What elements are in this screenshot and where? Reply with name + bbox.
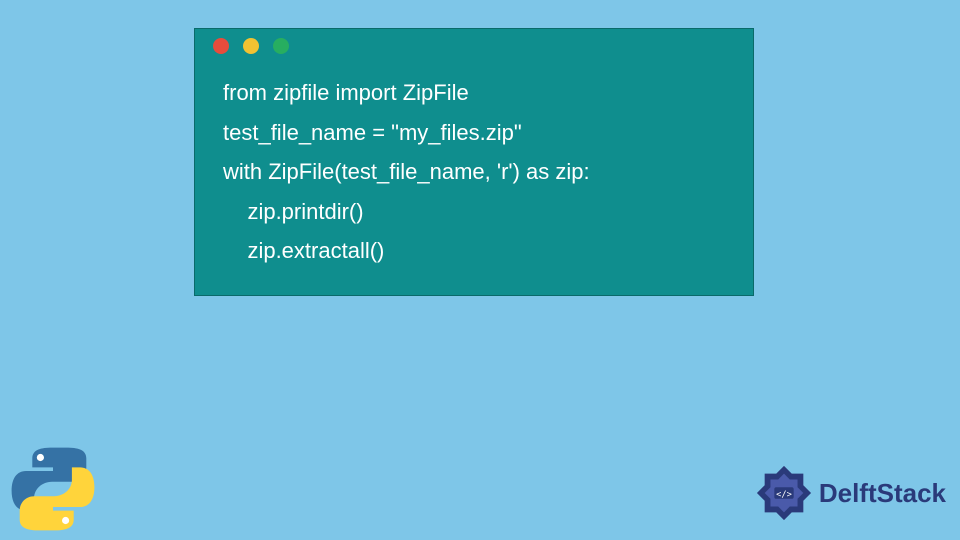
close-icon[interactable]	[213, 38, 229, 54]
delftstack-logo: </> DelftStack	[755, 464, 946, 522]
window-titlebar	[195, 29, 753, 63]
code-line: from zipfile import ZipFile	[223, 73, 725, 113]
maximize-icon[interactable]	[273, 38, 289, 54]
code-body: from zipfile import ZipFile test_file_na…	[195, 63, 753, 295]
code-line: zip.printdir()	[223, 192, 725, 232]
code-line: zip.extractall()	[223, 231, 725, 271]
delftstack-badge-icon: </>	[755, 464, 813, 522]
minimize-icon[interactable]	[243, 38, 259, 54]
svg-text:</>: </>	[776, 490, 792, 500]
code-line: with ZipFile(test_file_name, 'r') as zip…	[223, 152, 725, 192]
delftstack-name: DelftStack	[819, 478, 946, 509]
code-line: test_file_name = "my_files.zip"	[223, 113, 725, 153]
code-window: from zipfile import ZipFile test_file_na…	[194, 28, 754, 296]
python-icon	[8, 444, 98, 534]
